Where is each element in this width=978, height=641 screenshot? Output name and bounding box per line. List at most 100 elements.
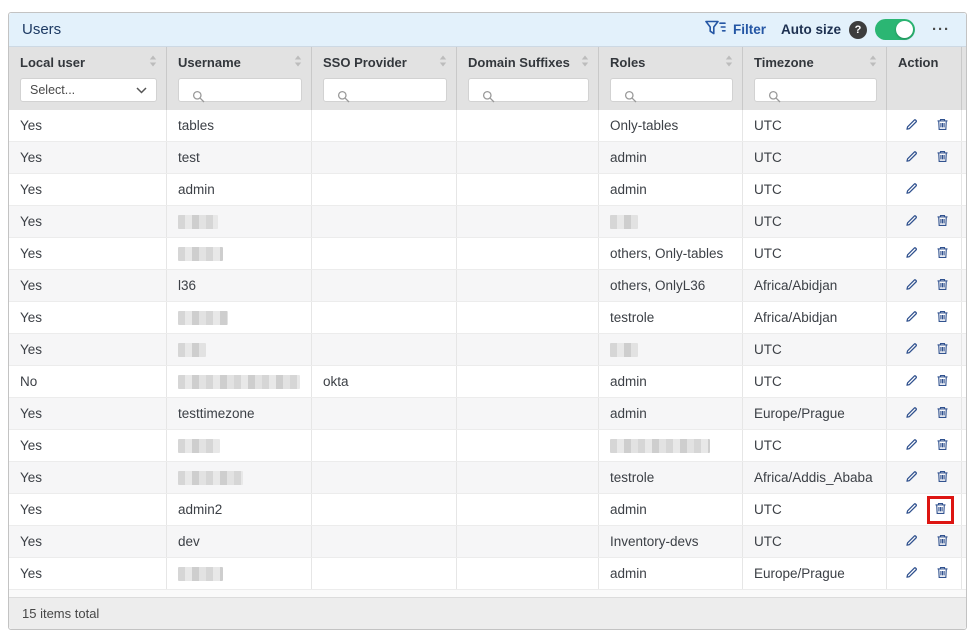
column-sort-timezone[interactable]: Timezone (743, 47, 886, 77)
delete-button[interactable] (933, 565, 951, 583)
edit-button[interactable] (902, 181, 920, 199)
delete-button[interactable] (933, 245, 951, 263)
row-filler (962, 270, 968, 301)
delete-trash-icon (935, 117, 950, 135)
delete-trash-icon (935, 405, 950, 423)
delete-button[interactable] (933, 533, 951, 551)
cell-sso-provider (312, 334, 457, 365)
cell-roles: others, OnlyL36 (599, 270, 743, 301)
delete-button[interactable] (933, 373, 951, 391)
delete-trash-icon (935, 533, 950, 551)
cell-sso-provider (312, 302, 457, 333)
toolbar: Filter Auto size ? ··· (705, 19, 952, 40)
roles-search-input[interactable] (610, 78, 733, 102)
row-filler (962, 430, 968, 461)
cell-sso-provider (312, 174, 457, 205)
username-search-input[interactable] (178, 78, 302, 102)
cell-action (887, 398, 962, 429)
edit-button[interactable] (902, 117, 920, 135)
delete-button[interactable] (933, 309, 951, 327)
cell-local-user: Yes (9, 238, 167, 269)
cell-domain-suffixes (457, 494, 599, 525)
edit-button[interactable] (902, 437, 920, 455)
timezone-search-input[interactable] (754, 78, 877, 102)
cell-action (887, 558, 962, 589)
edit-pencil-icon (904, 309, 919, 327)
edit-button[interactable] (902, 533, 920, 551)
cell-roles (599, 206, 743, 237)
column-filter-sso-provider (312, 77, 456, 110)
row-filler (962, 526, 968, 557)
cell-domain-suffixes (457, 142, 599, 173)
delete-button[interactable] (933, 405, 951, 423)
column-sort-username[interactable]: Username (167, 47, 311, 77)
cell-timezone: Europe/Prague (743, 398, 887, 429)
cell-action (887, 110, 962, 141)
edit-button[interactable] (902, 245, 920, 263)
delete-button[interactable] (933, 213, 951, 231)
search-filter-wrap (323, 78, 447, 102)
edit-button[interactable] (902, 309, 920, 327)
edit-button[interactable] (902, 373, 920, 391)
question-help-icon[interactable]: ? (849, 21, 867, 39)
delete-button[interactable] (933, 277, 951, 295)
cell-local-user: Yes (9, 526, 167, 557)
edit-button[interactable] (902, 341, 920, 359)
ellipsis-menu-icon[interactable]: ··· (930, 22, 952, 37)
local-user-filter-select[interactable]: Select... (20, 78, 157, 102)
edit-button[interactable] (902, 149, 920, 167)
sort-icon (149, 55, 157, 70)
delete-button[interactable] (933, 117, 951, 135)
table-body: YestablesOnly-tablesUTCYestestadminUTCYe… (9, 110, 966, 590)
cell-action (887, 142, 962, 173)
column-filter-roles (599, 77, 742, 110)
delete-button[interactable] (933, 149, 951, 167)
cell-username: l36 (167, 270, 312, 301)
page-title: Users (22, 21, 61, 38)
cell-sso-provider (312, 142, 457, 173)
cell-domain-suffixes (457, 526, 599, 557)
redacted-value (178, 567, 223, 581)
row-filler (962, 558, 968, 589)
autosize-toggle[interactable] (875, 19, 915, 40)
edit-pencil-icon (904, 469, 919, 487)
column-sort-domain-suffixes[interactable]: Domain Suffixes (457, 47, 598, 77)
filter-icon (705, 20, 726, 39)
edit-pencil-icon (904, 501, 919, 519)
edit-button[interactable] (902, 565, 920, 583)
cell-sso-provider (312, 526, 457, 557)
column-sort-roles[interactable]: Roles (599, 47, 742, 77)
redacted-value (178, 375, 300, 389)
edit-button[interactable] (902, 213, 920, 231)
edit-button[interactable] (902, 501, 920, 519)
table-row: Yesothers, Only-tablesUTC (9, 238, 966, 270)
search-filter-wrap (754, 78, 877, 102)
edit-button[interactable] (902, 277, 920, 295)
edit-button[interactable] (902, 405, 920, 423)
domain-suffixes-search-input[interactable] (468, 78, 589, 102)
column-sort-sso-provider[interactable]: SSO Provider (312, 47, 456, 77)
panel-titlebar: Users Filter Auto size ? ··· (9, 13, 966, 47)
cell-domain-suffixes (457, 302, 599, 333)
delete-button[interactable] (933, 469, 951, 487)
delete-button-highlighted[interactable] (927, 496, 954, 524)
cell-roles (599, 430, 743, 461)
column-sort-local-user[interactable]: Local user (9, 47, 166, 77)
cell-local-user: Yes (9, 398, 167, 429)
chevron-down-icon (136, 83, 147, 97)
delete-button[interactable] (933, 437, 951, 455)
toggle-knob (896, 21, 913, 38)
cell-roles: Inventory-devs (599, 526, 743, 557)
sso-provider-search-input[interactable] (323, 78, 447, 102)
autosize-group: Auto size ? (781, 19, 915, 40)
edit-button[interactable] (902, 469, 920, 487)
cell-roles: Only-tables (599, 110, 743, 141)
cell-timezone: UTC (743, 238, 887, 269)
column-filter-domain-suffixes (457, 77, 598, 110)
cell-local-user: Yes (9, 430, 167, 461)
filter-button[interactable]: Filter (705, 20, 766, 39)
edit-pencil-icon (904, 181, 919, 199)
redacted-value (610, 215, 638, 229)
delete-button[interactable] (933, 341, 951, 359)
row-filler (962, 494, 968, 525)
